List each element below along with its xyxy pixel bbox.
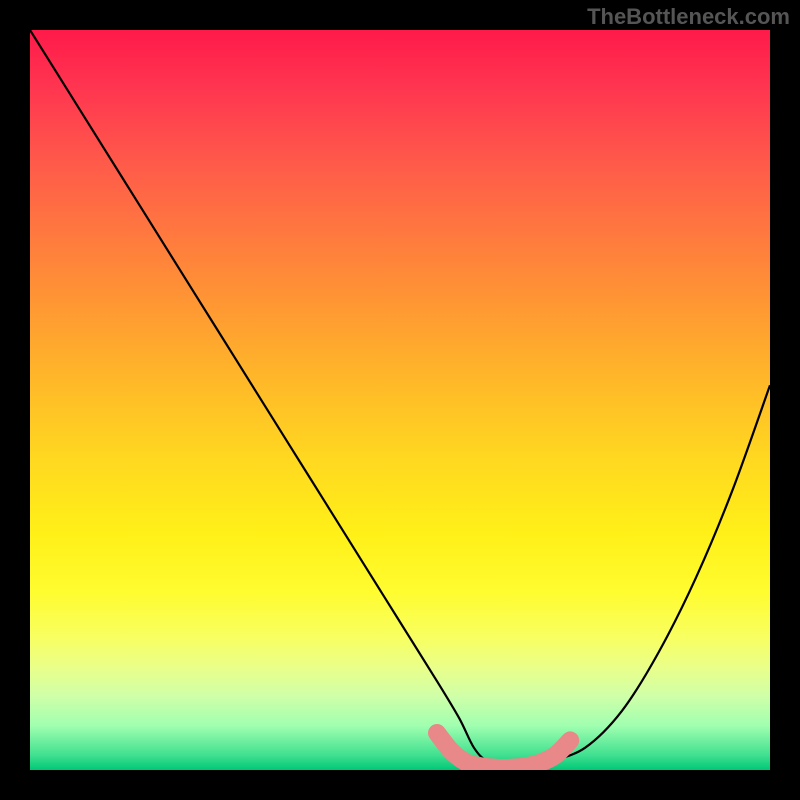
bottleneck-curve-path <box>30 30 770 770</box>
chart-plot-area <box>30 30 770 770</box>
chart-curves-svg <box>30 30 770 770</box>
optimal-zone-path <box>437 733 570 768</box>
watermark-text: TheBottleneck.com <box>587 4 790 30</box>
